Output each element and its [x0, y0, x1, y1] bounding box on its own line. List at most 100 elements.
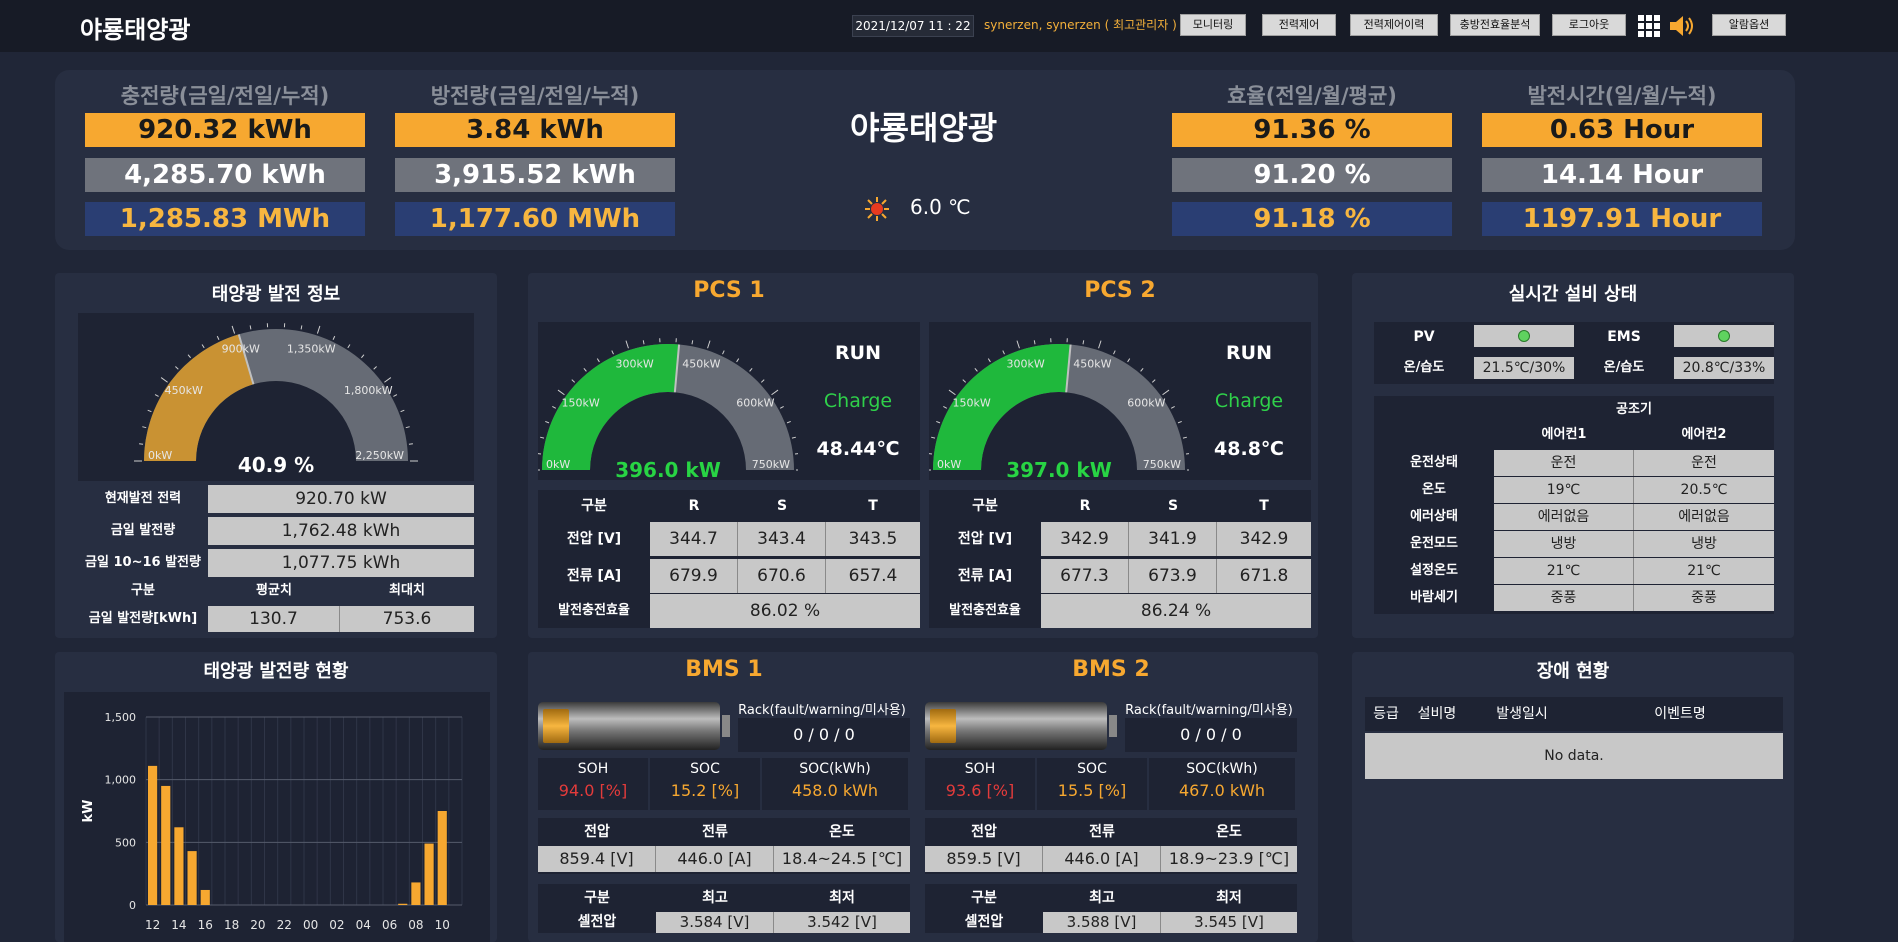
solar-gauge-tick	[139, 444, 143, 445]
pcs2-gauge-label: 750kW	[1143, 458, 1181, 471]
pcs2-gauge-tick	[931, 437, 935, 438]
chart-bar	[398, 904, 407, 905]
chart-bar	[425, 844, 434, 905]
pcs1-gauge-tick	[558, 390, 564, 395]
solar-gauge-tick	[155, 395, 159, 397]
ems-status-cell	[1674, 325, 1774, 347]
solar-row-label: 현재발전 전력	[78, 485, 208, 513]
pcs2-gauge-label: 300kW	[1007, 357, 1045, 370]
chart-bar	[438, 811, 447, 905]
ac2-row-value: 중풍	[1634, 585, 1774, 611]
charge-label: 충전량(금일/전일/누적)	[85, 80, 365, 110]
pcs1-gauge-tick	[584, 368, 587, 371]
pcs1-gauge-tick	[597, 359, 599, 362]
bms1-cell-head: 최저	[774, 886, 910, 910]
pcs2-volt-value: 341.9	[1129, 522, 1217, 556]
bms1-measure-value: 18.4~24.5 [℃]	[774, 846, 910, 872]
bms2-soc-label: SOC	[1037, 761, 1147, 777]
nav-power-control-button[interactable]: 전력제어	[1262, 14, 1336, 36]
chart-ytick-label: 0	[129, 899, 136, 912]
chart-xtick-label: 08	[408, 918, 423, 932]
ac1-row-value: 중풍	[1494, 585, 1634, 611]
pcs1-volt-label: 전압 [V]	[538, 522, 650, 556]
solar-gauge-tick	[232, 326, 234, 334]
pcs2-gauge-label: 450kW	[1073, 357, 1111, 370]
bms1-soc-label: SOC	[650, 761, 760, 777]
pcs2-gauge-tick	[949, 390, 955, 395]
bms2-cell-voltage-label: 셀전압	[925, 912, 1043, 933]
chart-bar	[161, 786, 170, 905]
bms2-measure-value: 859.5 [V]	[925, 846, 1043, 872]
pcs1-gauge: 0kW150kW300kW450kW600kW750kW396.0 kW	[538, 322, 798, 480]
solar-gauge-tick	[384, 378, 390, 383]
pcs2-gauge-tick	[1178, 421, 1182, 422]
ac-title: 공조기	[1494, 400, 1774, 420]
pcs1-table-head: 구분	[538, 492, 650, 520]
solar-gauge-tick	[333, 336, 335, 340]
pcs1-curr-value: 679.9	[650, 559, 738, 593]
bms1-soh-value: 94.0 [%]	[538, 781, 648, 800]
gentime-label: 발전시간(일/월/누적)	[1482, 80, 1762, 110]
bms2-cell-head: 구분	[925, 886, 1043, 910]
grid-menu-icon[interactable]	[1638, 15, 1660, 37]
nav-efficiency-analysis-button[interactable]: 충방전효율분석	[1450, 14, 1540, 36]
bms2-cell-voltage-min: 3.545 [V]	[1161, 912, 1297, 933]
bms2-battery-level	[930, 709, 956, 743]
pcs1-volt-value: 343.5	[826, 522, 920, 556]
bms1-measure-value: 446.0 [A]	[656, 846, 774, 872]
nav-alarm-options-button[interactable]: 알람옵션	[1712, 14, 1786, 36]
ems-label: EMS	[1574, 325, 1674, 349]
solar-row-label: 금일 발전량	[78, 517, 208, 545]
pcs2-gauge-tick	[943, 406, 947, 408]
bms2-soc-value: 15.5 [%]	[1037, 781, 1147, 800]
pcs2-gauge-tick	[1186, 453, 1189, 454]
pcs2-curr-value: 673.9	[1129, 559, 1217, 593]
pcs1-title: PCS 1	[538, 278, 920, 303]
solar-gauge-label: 1,350kW	[287, 343, 336, 356]
bms1-measure-head: 온도	[774, 820, 910, 844]
bms2-sock-value: 467.0 kWh	[1149, 781, 1295, 800]
solar-gauge-label: 450kW	[165, 384, 203, 397]
chart-bar	[174, 827, 183, 905]
solar-table-max: 753.6	[340, 606, 474, 632]
solar-gauge-tick	[401, 410, 405, 411]
pcs1-gauge-tick	[787, 421, 791, 422]
pcs1-gauge-tick	[750, 368, 753, 371]
pcs1-gauge-tick	[772, 390, 778, 395]
pcs1-gauge-label: 300kW	[616, 357, 654, 370]
pcs1-volt-value: 344.7	[650, 522, 738, 556]
bms1-cell-voltage-min: 3.542 [V]	[774, 912, 910, 933]
solar-gauge-tick	[393, 395, 397, 397]
ems-temp-humidity: 20.8℃/33%	[1674, 357, 1774, 379]
pcs2-gauge-tick	[1183, 437, 1187, 438]
pcs1-curr-label: 전류 [A]	[538, 559, 650, 593]
solar-table-head-max: 최대치	[340, 580, 474, 602]
pcs1-gauge-tick	[572, 380, 575, 383]
speaker-icon[interactable]	[1670, 15, 1696, 37]
discharge-label: 방전량(금일/전일/누적)	[395, 80, 675, 110]
pcs1-gauge-tick	[538, 453, 541, 454]
bms1-rack-label: Rack(fault/warning/미사용)	[734, 699, 910, 718]
solar-gauge-tick	[374, 367, 377, 370]
bms2-measure-head: 전압	[925, 820, 1043, 844]
chart-ytick-label: 500	[115, 836, 136, 849]
solar-row-value: 920.70 kW	[208, 485, 474, 513]
pcs1-gauge-tick	[612, 351, 614, 355]
ac2-row-value: 운전	[1634, 450, 1774, 476]
nav-control-history-button[interactable]: 전력제어이력	[1350, 14, 1438, 36]
pcs1-table-head: T	[826, 492, 920, 520]
ac-row-label: 에러상태	[1374, 504, 1494, 530]
bms2-title: BMS 2	[925, 657, 1297, 682]
nav-monitoring-button[interactable]: 모니터링	[1180, 14, 1246, 36]
fault-head-grade: 등급	[1365, 697, 1407, 731]
pcs2-gauge-tick	[936, 421, 940, 422]
pcs2-table-head: R	[1041, 492, 1129, 520]
app-title: 야룡태양광	[80, 10, 190, 45]
pcs2-mode-status: Charge	[1199, 385, 1299, 417]
solar-gauge: 0kW450kW900kW1,350kW1,800kW2,250kW 40.9 …	[78, 313, 474, 481]
solar-gauge-tick	[148, 410, 152, 411]
pcs2-gauge-tick	[1034, 340, 1035, 344]
pcs2-curr-value: 677.3	[1041, 559, 1129, 593]
pcs1-curr-value: 657.4	[826, 559, 920, 593]
nav-logout-button[interactable]: 로그아웃	[1552, 14, 1626, 36]
